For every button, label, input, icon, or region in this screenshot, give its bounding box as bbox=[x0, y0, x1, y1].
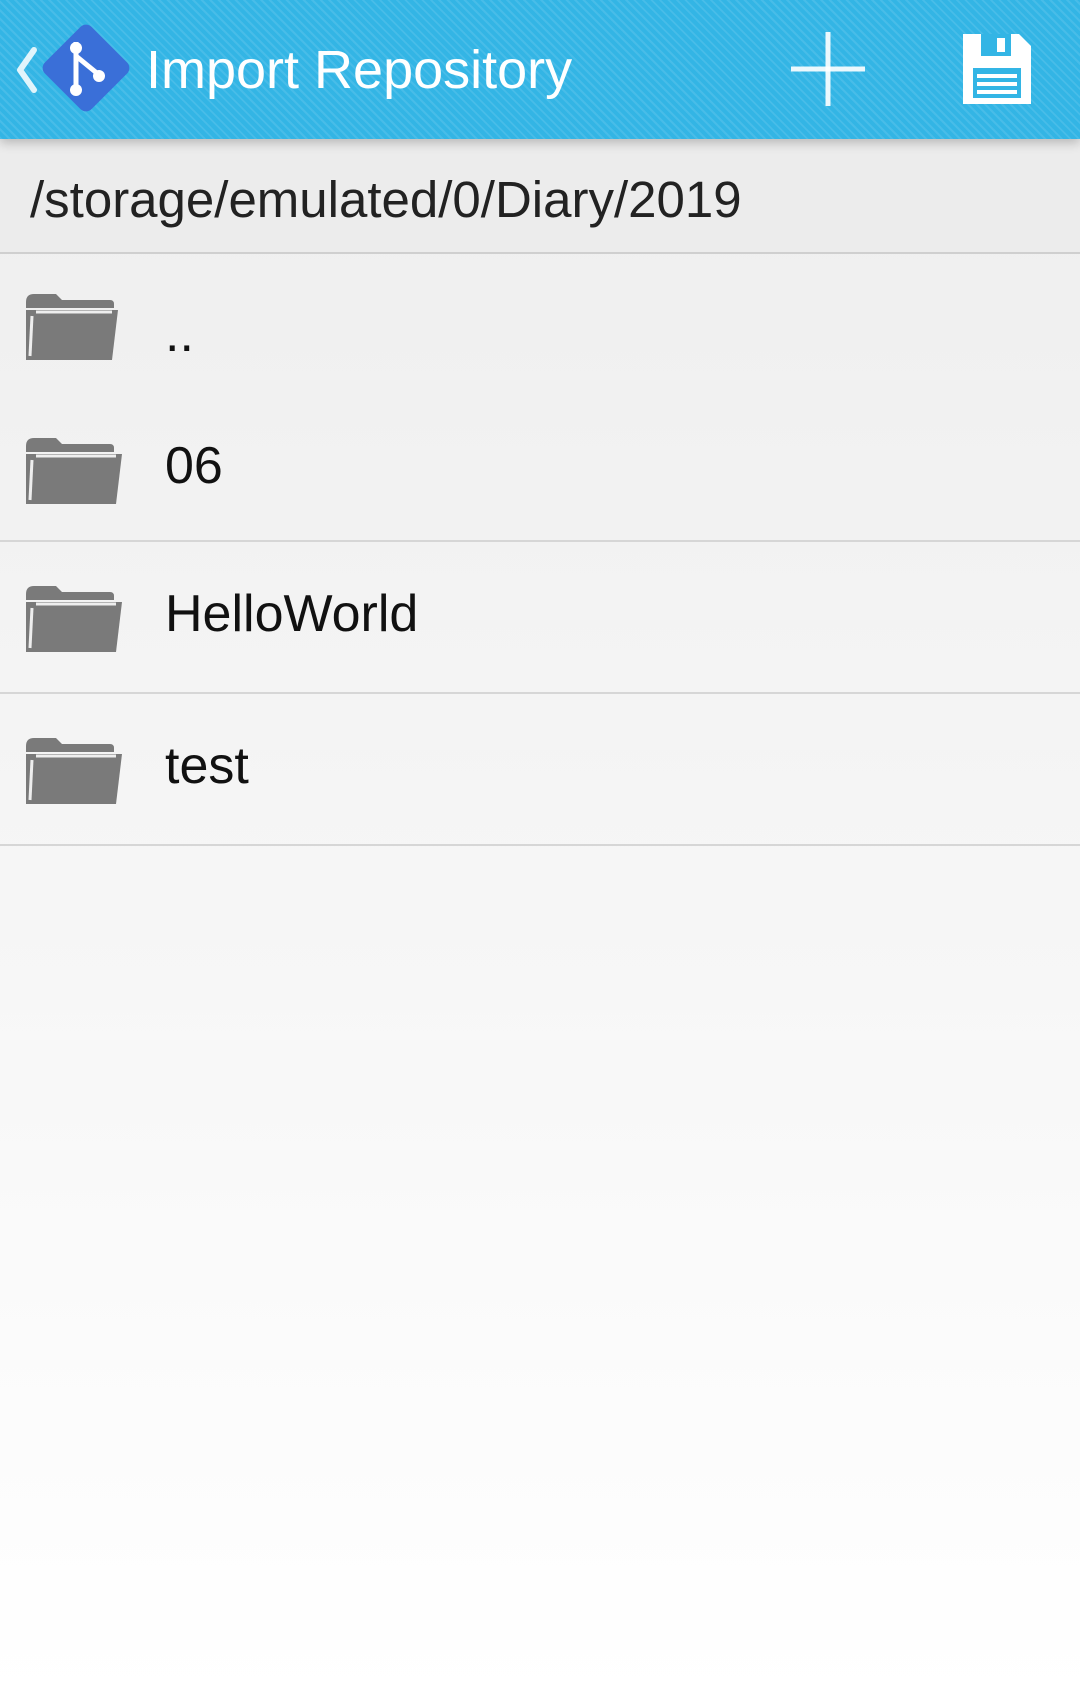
list-item-label: HelloWorld bbox=[165, 585, 419, 643]
current-path-header: /storage/emulated/0/Diary/2019 bbox=[0, 139, 1080, 254]
list-item-folder-06[interactable]: 06 bbox=[0, 394, 1080, 542]
current-path: /storage/emulated/0/Diary/2019 bbox=[30, 171, 742, 228]
git-logo-icon bbox=[42, 24, 130, 112]
list-item-folder-helloworld[interactable]: HelloWorld bbox=[0, 542, 1080, 694]
add-button[interactable] bbox=[773, 14, 883, 124]
home-up-button[interactable] bbox=[0, 0, 140, 139]
floppy-disk-icon bbox=[963, 34, 1031, 104]
folder-icon bbox=[26, 738, 122, 804]
folder-icon bbox=[26, 438, 122, 504]
list-item-label: test bbox=[165, 737, 249, 795]
folder-icon bbox=[26, 294, 118, 360]
list-item-folder-test[interactable]: test bbox=[0, 694, 1080, 846]
folder-list: .. 06 HelloWorld test bbox=[0, 254, 1080, 846]
action-bar: Import Repository bbox=[0, 0, 1080, 139]
action-bar-title: Import Repository bbox=[146, 40, 573, 100]
plus-icon bbox=[791, 32, 865, 106]
save-button[interactable] bbox=[941, 14, 1051, 124]
folder-icon bbox=[26, 586, 122, 652]
list-item-parent-directory[interactable]: .. bbox=[0, 254, 1080, 394]
list-item-label: .. bbox=[165, 305, 194, 363]
list-item-label: 06 bbox=[165, 437, 223, 495]
